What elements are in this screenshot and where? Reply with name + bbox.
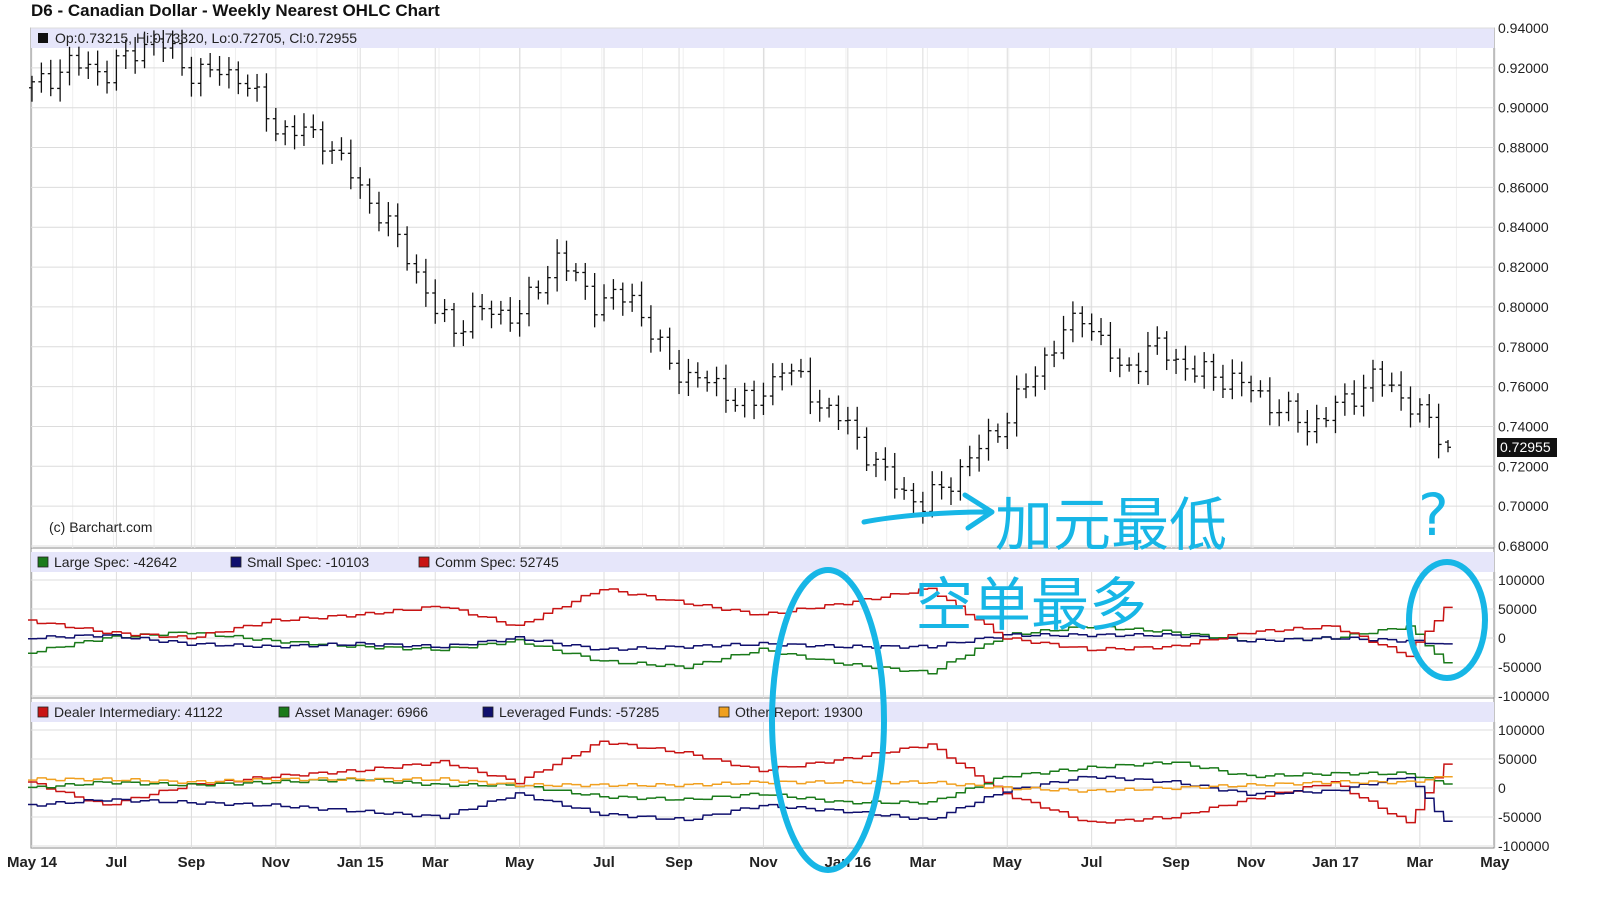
date-tick-label: Jul	[1081, 854, 1103, 871]
date-tick-label: Mar	[910, 854, 937, 871]
price-tick-label: 0.76000	[1498, 379, 1549, 395]
date-x-axis: May 14 Jul Sep Nov Jan 15 Mar May Jul Sep Nov Jan …	[7, 854, 1510, 871]
date-tick-label: Mar	[1407, 854, 1434, 871]
cot-tick-label: 0	[1498, 780, 1506, 796]
price-tick-label: 0.82000	[1498, 259, 1549, 275]
annotation-question-mark: ?	[1418, 481, 1449, 549]
legend-swatch	[718, 706, 730, 718]
price-tick-label: 0.70000	[1498, 498, 1549, 514]
last-price-label: 0.72955	[1500, 439, 1551, 455]
legend-swatch	[230, 556, 242, 568]
date-tick-label: May	[1480, 854, 1510, 871]
tff-y-axis: 100000 50000 0 -50000 -100000	[1498, 722, 1550, 854]
cot-legend: Large Spec: -42642 Small Spec: -10103 Comm…	[37, 554, 559, 570]
cot-tick-label: -100000	[1498, 688, 1550, 704]
date-tick-label: Jul	[106, 854, 128, 871]
date-tick-label: May	[993, 854, 1023, 871]
legend-label: Dealer Intermediary: 41122	[54, 704, 223, 720]
cot-tick-label: -50000	[1498, 659, 1542, 675]
date-tick-label: Nov	[262, 854, 291, 871]
legend-swatch	[37, 706, 49, 718]
legend-swatch	[278, 706, 290, 718]
date-tick-label: Jul	[593, 854, 615, 871]
cot-tick-label: -100000	[1498, 838, 1550, 854]
annotation-note-line2: 空单最多	[915, 571, 1147, 639]
cot-tick-label: 0	[1498, 630, 1506, 646]
legend-label: Leveraged Funds: -57285	[499, 704, 660, 720]
price-tick-label: 0.90000	[1498, 100, 1549, 116]
price-tick-label: 0.78000	[1498, 339, 1549, 355]
legend-label: Comm Spec: 52745	[435, 554, 559, 570]
cot-tick-label: -50000	[1498, 809, 1542, 825]
price-info-text: Op:0.73215, Hi:0.73320, Lo:0.72705, Cl:0…	[55, 30, 357, 46]
legend-swatch	[37, 556, 49, 568]
price-tick-label: 0.80000	[1498, 299, 1549, 315]
legend-label: Asset Manager: 6966	[295, 704, 428, 720]
price-tick-label: 0.92000	[1498, 60, 1549, 76]
date-tick-label: Nov	[749, 854, 778, 871]
price-tick-label: 0.74000	[1498, 418, 1549, 434]
date-tick-label: Mar	[422, 854, 449, 871]
date-tick-label: Jan 15	[337, 854, 384, 871]
price-tick-label: 0.72000	[1498, 458, 1549, 474]
price-tick-label: 0.94000	[1498, 20, 1549, 36]
date-tick-label: Sep	[665, 854, 693, 871]
date-tick-label: May 14	[7, 854, 58, 871]
cot-y-axis: 100000 50000 0 -50000 -100000	[1498, 572, 1550, 704]
legend-swatch	[418, 556, 430, 568]
legend-label: Small Spec: -10103	[247, 554, 369, 570]
date-tick-label: Sep	[1162, 854, 1190, 871]
price-tick-label: 0.88000	[1498, 140, 1549, 156]
date-tick-label: Nov	[1237, 854, 1266, 871]
cot-tick-label: 50000	[1498, 601, 1537, 617]
price-tick-label: 0.68000	[1498, 538, 1549, 554]
chart-canvas: 0.94000 0.92000 0.90000 0.88000 0.86000 0.840…	[7, 20, 1557, 873]
annotation-note-line1: 加元最低	[995, 491, 1227, 559]
price-info-icon	[38, 33, 48, 43]
cot-tick-label: 100000	[1498, 722, 1545, 738]
date-tick-label: Sep	[178, 854, 206, 871]
cot-tick-label: 100000	[1498, 572, 1545, 588]
price-tick-label: 0.84000	[1498, 219, 1549, 235]
price-y-axis: 0.94000 0.92000 0.90000 0.88000 0.86000 0.840…	[1498, 20, 1549, 554]
legend-label: Large Spec: -42642	[54, 554, 177, 570]
barchart-watermark: (c) Barchart.com	[49, 519, 152, 535]
date-tick-label: May	[505, 854, 535, 871]
legend-label: Other Report: 19300	[735, 704, 863, 720]
cot-tick-label: 50000	[1498, 751, 1537, 767]
price-tick-label: 0.86000	[1498, 179, 1549, 195]
legend-swatch	[482, 706, 494, 718]
date-tick-label: Jan 17	[1312, 854, 1359, 871]
price-panel	[30, 27, 1495, 549]
